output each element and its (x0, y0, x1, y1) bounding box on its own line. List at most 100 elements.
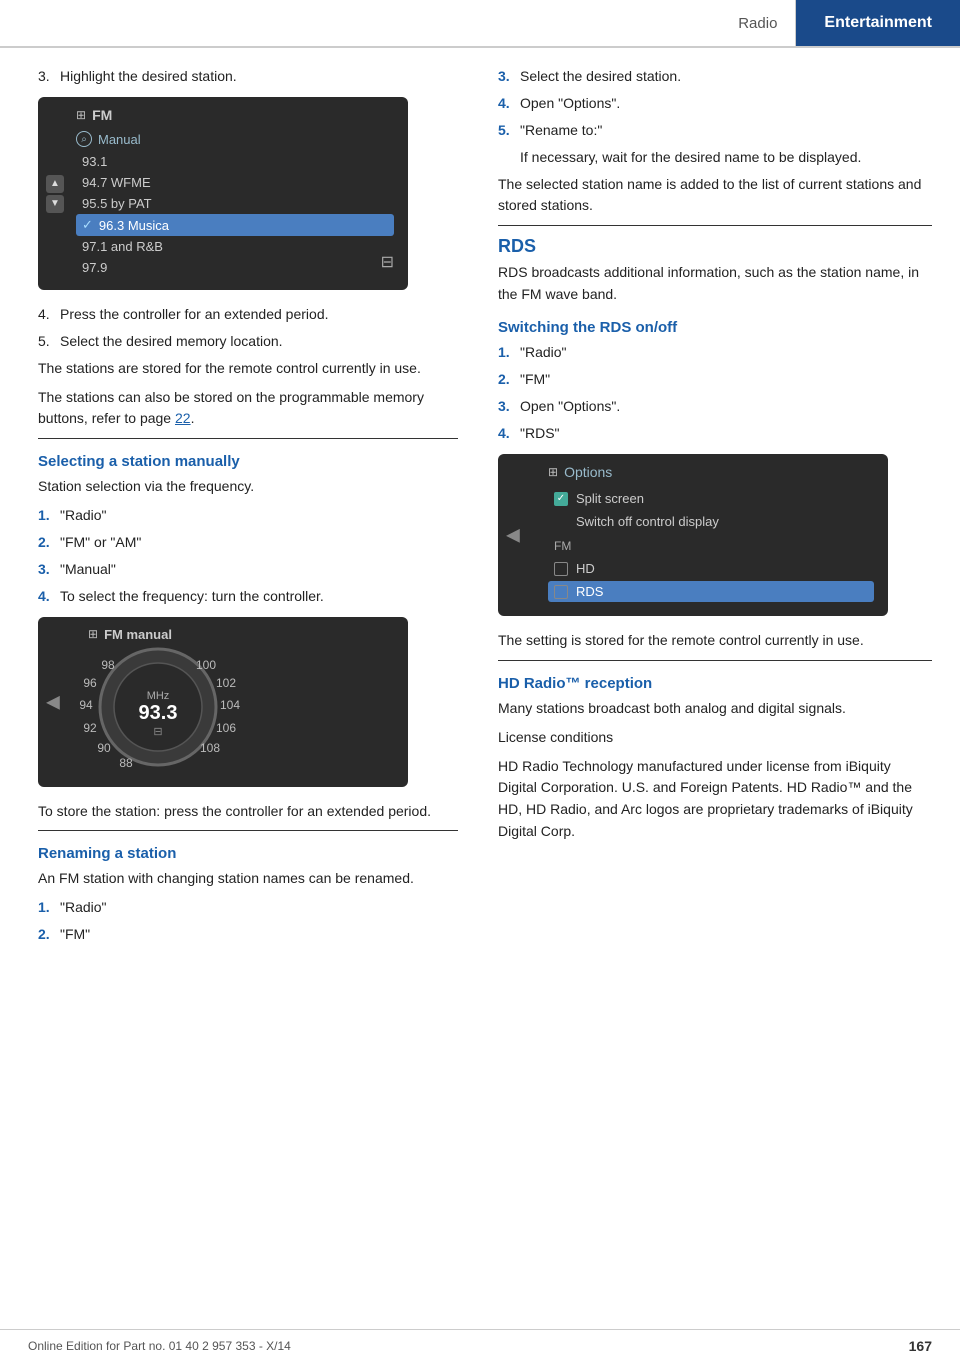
options-screen: ◀ ⊞ Options ✓ Split screen Switch off co… (498, 454, 888, 616)
ren-step-3: 3. Select the desired station. (498, 66, 932, 87)
fm-station-pat-label: 95.5 by PAT (82, 196, 152, 211)
ren-num-1: 1. (38, 897, 60, 918)
renaming-intro: An FM station with changing station name… (38, 868, 458, 890)
ren-step-4-text: Open "Options". (520, 93, 620, 114)
fm-station-979[interactable]: 97.9 (76, 257, 394, 278)
svg-text:⊟: ⊟ (153, 726, 162, 738)
selecting-intro-text: Station selection via the frequency. (38, 476, 458, 498)
sw-num-4: 4. (498, 423, 520, 444)
ren-num-5: 5. (498, 120, 520, 141)
ren-step-2-text: "FM" (60, 924, 90, 945)
split-screen-checkbox[interactable]: ✓ (554, 492, 568, 506)
section-renaming: Renaming a station (38, 845, 458, 862)
nav-down-arrow[interactable]: ▼ (46, 195, 64, 213)
nav-up-arrow[interactable]: ▲ (46, 175, 64, 193)
sw-num-3: 3. (498, 396, 520, 417)
ren-num-3: 3. (498, 66, 520, 87)
radio-text: Radio (738, 15, 777, 32)
ren-step-4: 4. Open "Options". (498, 93, 932, 114)
fm-station-pat[interactable]: 95.5 by PAT (76, 193, 394, 214)
frequency-dial-svg: MHz 93.3 ⊟ 98 96 94 92 90 88 100 102 104… (78, 637, 358, 777)
ren-step-5-text: "Rename to:" (520, 120, 602, 141)
section-rds: RDS (498, 236, 932, 257)
hd-para2: License conditions (498, 727, 932, 749)
divider-3 (498, 225, 932, 226)
options-hd[interactable]: HD (548, 558, 874, 579)
sel-num-1: 1. (38, 505, 60, 526)
hd-label: HD (576, 561, 595, 576)
rds-para: RDS broadcasts additional information, s… (498, 262, 932, 305)
fm-station-931[interactable]: 93.1 (76, 151, 394, 172)
fm-station-musica[interactable]: ✓ 96.3 Musica (76, 214, 394, 236)
options-header: ⊞ Options (548, 464, 874, 480)
ren-step-2: 2. "FM" (38, 924, 458, 945)
options-rds[interactable]: RDS (548, 581, 874, 602)
step-3-highlight: 3. Highlight the desired station. (38, 66, 458, 87)
sel-step-1: 1. "Radio" (38, 505, 458, 526)
svg-text:96: 96 (83, 676, 97, 690)
fm-station-screen: ▲ ▼ ⊞ FM ⌕ Manual 93.1 94.7 WFME 95.5 by… (38, 97, 408, 290)
svg-text:104: 104 (220, 698, 240, 712)
fm-station-979-label: 97.9 (82, 260, 107, 275)
step-num-4: 4. (38, 304, 60, 325)
step-4-text: Press the controller for an extended per… (60, 304, 329, 325)
sw-step-4: 4. "RDS" (498, 423, 932, 444)
nav-arrows: ▲ ▼ (46, 175, 64, 213)
entertainment-text: Entertainment (824, 14, 932, 32)
options-title: Options (564, 464, 612, 480)
options-nav-left-icon[interactable]: ◀ (506, 525, 520, 546)
left-column: 3. Highlight the desired station. ▲ ▼ ⊞ … (0, 66, 480, 951)
page-number: 167 (909, 1338, 932, 1354)
svg-text:92: 92 (83, 721, 97, 735)
sel-num-4: 4. (38, 586, 60, 607)
ren-para2: The selected station name is added to th… (498, 174, 932, 217)
right-column: 3. Select the desired station. 4. Open "… (480, 66, 960, 951)
options-switch-off-control[interactable]: Switch off control display (548, 511, 874, 532)
sel-step-3: 3. "Manual" (38, 559, 458, 580)
header-radio-label: Radio (720, 0, 796, 46)
section-switching-rds: Switching the RDS on/off (498, 319, 932, 336)
svg-text:106: 106 (216, 721, 236, 735)
sw-step-1-text: "Radio" (520, 342, 567, 363)
fm-station-wfme[interactable]: 94.7 WFME (76, 172, 394, 193)
para-programmable-buttons: The stations can also be stored on the p… (38, 387, 458, 430)
dial-nav-left-icon[interactable]: ◀ (46, 691, 60, 712)
step-4: 4. Press the controller for an extended … (38, 304, 458, 325)
options-fm-icon: ⊞ (548, 465, 558, 479)
step-5-text: Select the desired memory location. (60, 331, 283, 352)
step-num-5: 5. (38, 331, 60, 352)
sel-num-2: 2. (38, 532, 60, 553)
ren-step-1-text: "Radio" (60, 897, 107, 918)
hd-para3: HD Radio Technology manufactured under l… (498, 756, 932, 843)
svg-text:100: 100 (196, 658, 216, 672)
divider-1 (38, 438, 458, 439)
fm-signal-icon: ⊞ (76, 108, 86, 122)
page-22-link[interactable]: 22 (175, 410, 191, 426)
svg-text:MHz: MHz (147, 690, 170, 702)
options-split-screen[interactable]: ✓ Split screen (548, 488, 874, 509)
svg-text:102: 102 (216, 676, 236, 690)
main-content: 3. Highlight the desired station. ▲ ▼ ⊞ … (0, 48, 960, 951)
fm-station-rnb[interactable]: 97.1 and R&B (76, 236, 394, 257)
page-header: Radio Entertainment (0, 0, 960, 48)
hd-checkbox[interactable] (554, 562, 568, 576)
sw-step-1: 1. "Radio" (498, 342, 932, 363)
store-station-para: To store the station: press the controll… (38, 801, 458, 823)
fm-screen-bookmark-icon: ⊟ (381, 252, 394, 272)
sw-num-1: 1. (498, 342, 520, 363)
section-hd-radio: HD Radio™ reception (498, 675, 932, 692)
fm-station-wfme-label: 94.7 WFME (82, 175, 151, 190)
ren-num-4: 4. (498, 93, 520, 114)
ren-num-2: 2. (38, 924, 60, 945)
footer-online-text: Online Edition for Part no. 01 40 2 957 … (28, 1339, 291, 1353)
para-stations-stored: The stations are stored for the remote c… (38, 358, 458, 380)
page-footer: Online Edition for Part no. 01 40 2 957 … (0, 1329, 960, 1362)
fm-station-931-label: 93.1 (82, 154, 107, 169)
selected-check-icon: ✓ (82, 217, 93, 233)
ren-step-5: 5. "Rename to:" (498, 120, 932, 141)
sel-step-4: 4. To select the frequency: turn the con… (38, 586, 458, 607)
svg-text:94: 94 (79, 698, 93, 712)
ren-step-1: 1. "Radio" (38, 897, 458, 918)
fm-manual-label: Manual (98, 132, 141, 147)
rds-checkbox[interactable] (554, 585, 568, 599)
